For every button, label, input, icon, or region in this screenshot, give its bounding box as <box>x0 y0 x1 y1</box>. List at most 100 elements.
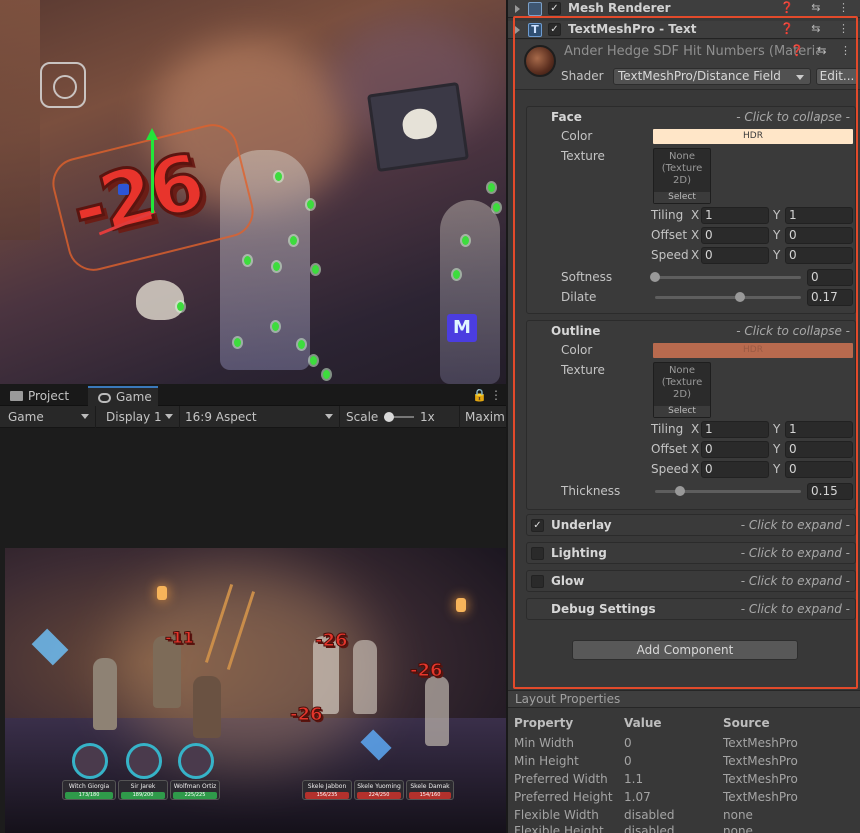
move-gizmo-z-handle[interactable] <box>118 184 129 195</box>
face-texture-select-button[interactable]: Select <box>654 192 710 203</box>
layout-properties-header[interactable]: Layout Properties <box>508 690 860 708</box>
textmeshpro-icon: T <box>528 23 542 37</box>
underlay-title: Underlay <box>551 518 612 532</box>
tab-project[interactable]: Project <box>0 386 86 406</box>
lighting-section[interactable]: Lighting - Click to expand - <box>526 542 856 564</box>
face-tiling-y-field[interactable]: 1 <box>785 207 853 224</box>
scale-control[interactable]: Scale 1x <box>340 406 460 428</box>
bone-handle[interactable] <box>462 236 469 245</box>
aspect-dropdown[interactable]: 16:9 Aspect <box>180 406 340 428</box>
face-offset-x-field[interactable]: 0 <box>701 227 769 244</box>
face-dilate-slider-knob[interactable] <box>735 292 746 302</box>
move-gizmo-y-axis[interactable] <box>146 128 158 213</box>
material-header-icons[interactable]: ❓ ⇆ ⋮ <box>790 44 856 57</box>
outline-offset-x-field[interactable]: 0 <box>701 441 769 458</box>
component-header-icons[interactable]: ❓ ⇆ ⋮ <box>780 1 856 14</box>
table-cell: 0 <box>624 736 632 750</box>
outline-section: Outline - Click to collapse - Color HDR … <box>526 320 856 510</box>
bone-handle[interactable] <box>290 236 297 245</box>
face-section-title[interactable]: Face <box>551 110 582 124</box>
face-color-field[interactable]: HDR <box>653 129 853 144</box>
outline-collapse-hint[interactable]: - Click to collapse - <box>736 324 850 338</box>
game-mode-dropdown[interactable]: Game <box>0 406 96 428</box>
bone-handle[interactable] <box>275 172 282 181</box>
outline-color-field[interactable]: HDR <box>653 343 853 358</box>
game-mode-value: Game <box>8 410 44 424</box>
maximize-toggle[interactable]: Maximi <box>460 406 506 428</box>
outline-section-title[interactable]: Outline <box>551 324 600 338</box>
outline-texture-slot[interactable]: None (Texture 2D) Select <box>653 362 711 418</box>
glow-section[interactable]: Glow - Click to expand - <box>526 570 856 592</box>
more-options-icon[interactable]: ⋮ <box>490 388 502 402</box>
foldout-arrow-icon[interactable] <box>515 26 520 34</box>
bone-handle[interactable] <box>323 370 330 379</box>
glow-checkbox[interactable] <box>531 575 544 588</box>
face-speed-y-field[interactable]: 0 <box>785 247 853 264</box>
face-softness-field[interactable]: 0 <box>807 269 853 286</box>
hero-portrait <box>178 743 214 779</box>
hero-portrait <box>72 743 108 779</box>
bone-handle[interactable] <box>273 262 280 271</box>
hdr-label: HDR <box>743 345 763 355</box>
bone-handle[interactable] <box>272 322 279 331</box>
face-dilate-slider-track[interactable] <box>655 296 801 299</box>
shader-label: Shader <box>561 69 604 83</box>
underlay-expand-hint: - Click to expand - <box>740 518 850 532</box>
underlay-checkbox[interactable]: ✓ <box>531 519 544 532</box>
bone-handle[interactable] <box>177 302 184 311</box>
lighting-title: Lighting <box>551 546 607 560</box>
textmeshpro-header[interactable]: T ✓ TextMeshPro - Text ❓ ⇆ ⋮ <box>508 21 860 39</box>
lighting-checkbox[interactable] <box>531 547 544 560</box>
bone-handle[interactable] <box>234 338 241 347</box>
outline-tiling-x-field[interactable]: 1 <box>701 421 769 438</box>
game-view[interactable]: -11 -26 -26 -26 Witch Giorgia 173/180 Si… <box>5 548 506 833</box>
mesh-renderer-header[interactable]: ✓ Mesh Renderer ❓ ⇆ ⋮ <box>508 0 860 18</box>
skull-icon <box>400 106 439 141</box>
outline-speed-x-field[interactable]: 0 <box>701 461 769 478</box>
tab-game[interactable]: Game <box>88 386 158 406</box>
foldout-arrow-icon[interactable] <box>515 5 520 13</box>
scene-skull <box>136 280 184 320</box>
bone-handle[interactable] <box>312 265 319 274</box>
debug-settings-section[interactable]: Debug Settings - Click to expand - <box>526 598 856 620</box>
shader-dropdown[interactable]: TextMeshPro/Distance Field <box>613 68 811 85</box>
bone-handle[interactable] <box>244 256 251 265</box>
outline-speed-y-field[interactable]: 0 <box>785 461 853 478</box>
bone-handle[interactable] <box>488 183 495 192</box>
face-texture-slot[interactable]: None (Texture 2D) Select <box>653 148 711 204</box>
bone-handle[interactable] <box>310 356 317 365</box>
bone-handle[interactable] <box>307 200 314 209</box>
outline-thickness-slider-knob[interactable] <box>674 486 685 496</box>
table-cell: Min Height <box>514 754 579 768</box>
lock-icon[interactable]: 🔒 <box>472 388 487 402</box>
outline-tiling-y-field[interactable]: 1 <box>785 421 853 438</box>
bone-handle[interactable] <box>453 270 460 279</box>
hdr-label: HDR <box>743 131 763 141</box>
outline-thickness-field[interactable]: 0.15 <box>807 483 853 500</box>
camera-gizmo-icon[interactable] <box>40 62 86 108</box>
face-speed-x-field[interactable]: 0 <box>701 247 769 264</box>
underlay-section[interactable]: ✓ Underlay - Click to expand - <box>526 514 856 536</box>
face-softness-slider-track[interactable] <box>655 276 801 279</box>
display-dropdown[interactable]: Display 1 <box>96 406 180 428</box>
edit-shader-button[interactable]: Edit... <box>816 68 858 85</box>
face-collapse-hint[interactable]: - Click to collapse - <box>736 110 850 124</box>
glow-title: Glow <box>551 574 585 588</box>
outline-offset-y-field[interactable]: 0 <box>785 441 853 458</box>
scale-slider-knob[interactable] <box>384 412 394 422</box>
bone-handle[interactable] <box>493 203 500 212</box>
bone-handle[interactable] <box>298 340 305 349</box>
add-component-button[interactable]: Add Component <box>572 640 798 660</box>
hero-name: Wolfman Ortiz <box>173 783 217 790</box>
prefab-gizmo-icon[interactable]: M <box>447 314 477 342</box>
outline-texture-select-button[interactable]: Select <box>654 406 710 417</box>
face-tiling-x-field[interactable]: 1 <box>701 207 769 224</box>
textmeshpro-enabled-checkbox[interactable]: ✓ <box>548 23 561 36</box>
scene-view[interactable]: -26 M <box>0 0 506 384</box>
mesh-renderer-enabled-checkbox[interactable]: ✓ <box>548 2 561 15</box>
game-character <box>93 658 117 730</box>
face-dilate-field[interactable]: 0.17 <box>807 289 853 306</box>
face-offset-y-field[interactable]: 0 <box>785 227 853 244</box>
component-header-icons[interactable]: ❓ ⇆ ⋮ <box>780 22 856 35</box>
face-softness-slider-knob[interactable] <box>650 272 660 282</box>
